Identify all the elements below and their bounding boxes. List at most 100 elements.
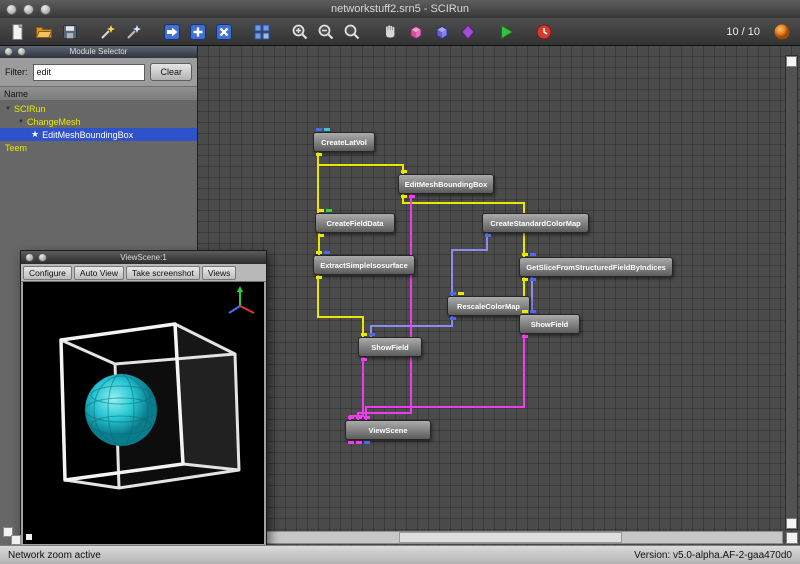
viewport-3d[interactable] bbox=[23, 282, 264, 544]
blue-input-port[interactable] bbox=[530, 253, 536, 256]
blue-input-port[interactable] bbox=[324, 251, 330, 254]
module-show-field-right[interactable]: ShowField bbox=[519, 310, 580, 338]
tree-item-changemesh[interactable]: ▼ ChangeMesh bbox=[0, 115, 197, 128]
blue-output-port[interactable] bbox=[364, 441, 370, 444]
viewscene-button-take-screenshot[interactable]: Take screenshot bbox=[125, 265, 200, 280]
tree-item-teem[interactable]: Teem bbox=[0, 141, 197, 154]
magenta-input-port[interactable] bbox=[356, 416, 362, 419]
viewscene-button-auto-view[interactable]: Auto View bbox=[73, 265, 124, 280]
tree-column-header[interactable]: Name bbox=[0, 87, 197, 101]
yellow-input-port[interactable] bbox=[316, 251, 322, 254]
magic-wand-icon[interactable] bbox=[98, 22, 118, 42]
cyan-input-port[interactable] bbox=[324, 128, 330, 131]
yellow-output-port[interactable] bbox=[522, 278, 528, 281]
tree-item-scirun[interactable]: ▼ SCIRun bbox=[0, 102, 197, 115]
module-label: EditMeshBoundingBox bbox=[404, 179, 488, 189]
blue-output-port[interactable] bbox=[530, 278, 536, 281]
star-icon: ★ bbox=[31, 129, 40, 139]
hand-icon[interactable] bbox=[380, 22, 400, 42]
titlebar: networkstuff2.srn5 - SCIRun bbox=[0, 0, 800, 19]
yellow-output-port[interactable] bbox=[401, 195, 407, 198]
magenta-output-port[interactable] bbox=[361, 358, 367, 361]
blue-output-port[interactable] bbox=[450, 317, 456, 320]
blue-input-port[interactable] bbox=[316, 128, 322, 131]
yellow-input-port[interactable] bbox=[318, 209, 324, 212]
tree-item-label: EditMeshBoundingBox bbox=[42, 129, 134, 140]
zoom-window-button[interactable] bbox=[40, 3, 51, 15]
magenta-input-port[interactable] bbox=[364, 416, 370, 419]
orange-sphere-icon[interactable] bbox=[772, 22, 792, 42]
grid-squares-icon[interactable] bbox=[252, 22, 272, 42]
yellow-input-port[interactable] bbox=[361, 333, 367, 336]
tree-item-editmeshboundingbox[interactable]: ★ EditMeshBoundingBox bbox=[0, 128, 197, 141]
expander-icon[interactable]: ▼ bbox=[18, 119, 24, 125]
scrollbar-corner[interactable] bbox=[786, 532, 798, 544]
module-edit-mesh-bounding-box[interactable]: EditMeshBoundingBox bbox=[398, 170, 494, 198]
minimize-window-button[interactable] bbox=[23, 3, 34, 15]
tree-item-label: ChangeMesh bbox=[26, 116, 81, 127]
rendered-scene bbox=[26, 286, 255, 540]
zoom-reset-icon[interactable] bbox=[342, 22, 362, 42]
magenta-output-port[interactable] bbox=[522, 335, 528, 338]
module-selector-titlebar: Module Selector bbox=[0, 45, 197, 58]
arrow-box-icon[interactable] bbox=[162, 22, 182, 42]
clear-filter-button[interactable]: Clear bbox=[150, 63, 192, 81]
module-get-slice-from-structured-field-by-indices[interactable]: GetSliceFromStructuredFieldByIndices bbox=[519, 253, 673, 281]
module-label: ShowField bbox=[530, 319, 569, 329]
module-label: CreateLatVol bbox=[321, 137, 367, 147]
zoom-in-icon[interactable] bbox=[290, 22, 310, 42]
blue-input-port[interactable] bbox=[530, 310, 536, 313]
open-folder-icon[interactable] bbox=[34, 22, 54, 42]
scroll-handle-bottom[interactable] bbox=[786, 518, 797, 529]
yellow-output-port[interactable] bbox=[318, 234, 324, 237]
save-disk-icon[interactable] bbox=[60, 22, 80, 42]
resize-grip[interactable] bbox=[11, 535, 21, 545]
new-network-icon[interactable] bbox=[8, 22, 28, 42]
magenta-input-port[interactable] bbox=[348, 416, 354, 419]
module-show-field-left[interactable]: ShowField bbox=[358, 333, 422, 361]
scroll-handle-top[interactable] bbox=[786, 56, 797, 67]
module-create-standard-color-map[interactable]: CreateStandardColorMap bbox=[482, 213, 589, 237]
horizontal-scroll-thumb[interactable] bbox=[399, 532, 622, 543]
module-label: CreateStandardColorMap bbox=[490, 218, 581, 228]
pink-cube-icon[interactable] bbox=[406, 22, 426, 42]
purple-cube-icon[interactable] bbox=[432, 22, 452, 42]
x-box-icon[interactable] bbox=[214, 22, 234, 42]
expander-icon[interactable]: ▼ bbox=[5, 106, 11, 112]
yellow-output-port[interactable] bbox=[316, 153, 322, 156]
close-window-button[interactable] bbox=[6, 3, 17, 15]
viewscene-button-configure[interactable]: Configure bbox=[23, 265, 72, 280]
yellow-input-port[interactable] bbox=[458, 292, 464, 295]
module-extract-simple-isosurface[interactable]: ExtractSimpleIsosurface bbox=[313, 251, 415, 279]
execute-play-icon[interactable] bbox=[496, 22, 516, 42]
filter-input[interactable] bbox=[32, 63, 146, 81]
blue-input-port[interactable] bbox=[450, 292, 456, 295]
magenta-output-port[interactable] bbox=[409, 195, 415, 198]
zoom-out-icon[interactable] bbox=[316, 22, 336, 42]
vertical-scrollbar[interactable] bbox=[785, 55, 798, 530]
plus-box-icon[interactable] bbox=[188, 22, 208, 42]
module-view-scene[interactable]: ViewScene bbox=[345, 416, 431, 444]
blue-input-port[interactable] bbox=[369, 333, 375, 336]
yellow-input-port[interactable] bbox=[522, 310, 528, 313]
viewscene-button-views[interactable]: Views bbox=[201, 265, 237, 280]
viewscene-titlebar[interactable]: ViewScene:1 bbox=[21, 251, 266, 264]
green-input-port[interactable] bbox=[326, 209, 332, 212]
horizontal-scrollbar[interactable] bbox=[201, 531, 783, 544]
axis-gizmo-icon bbox=[228, 286, 255, 314]
network-canvas[interactable]: CreateLatVol EditMeshBoundingBox CreateFie… bbox=[197, 45, 800, 546]
yellow-input-port[interactable] bbox=[401, 170, 407, 173]
purple-diamond-icon[interactable] bbox=[458, 22, 478, 42]
yellow-output-port[interactable] bbox=[316, 276, 322, 279]
yellow-input-port[interactable] bbox=[522, 253, 528, 256]
module-create-lat-vol[interactable]: CreateLatVol bbox=[313, 128, 375, 156]
red-clock-icon[interactable] bbox=[534, 22, 554, 42]
magenta-output-port[interactable] bbox=[356, 441, 362, 444]
statusbar: Network zoom active Version: v5.0-alpha.… bbox=[0, 545, 800, 564]
blue-output-port[interactable] bbox=[485, 234, 491, 237]
module-create-field-data[interactable]: CreateFieldData bbox=[315, 209, 395, 237]
status-message: Network zoom active bbox=[8, 549, 101, 561]
magenta-output-port[interactable] bbox=[348, 441, 354, 444]
magic-wand-white-icon[interactable] bbox=[124, 22, 144, 42]
module-rescale-color-map[interactable]: RescaleColorMap bbox=[447, 292, 530, 320]
